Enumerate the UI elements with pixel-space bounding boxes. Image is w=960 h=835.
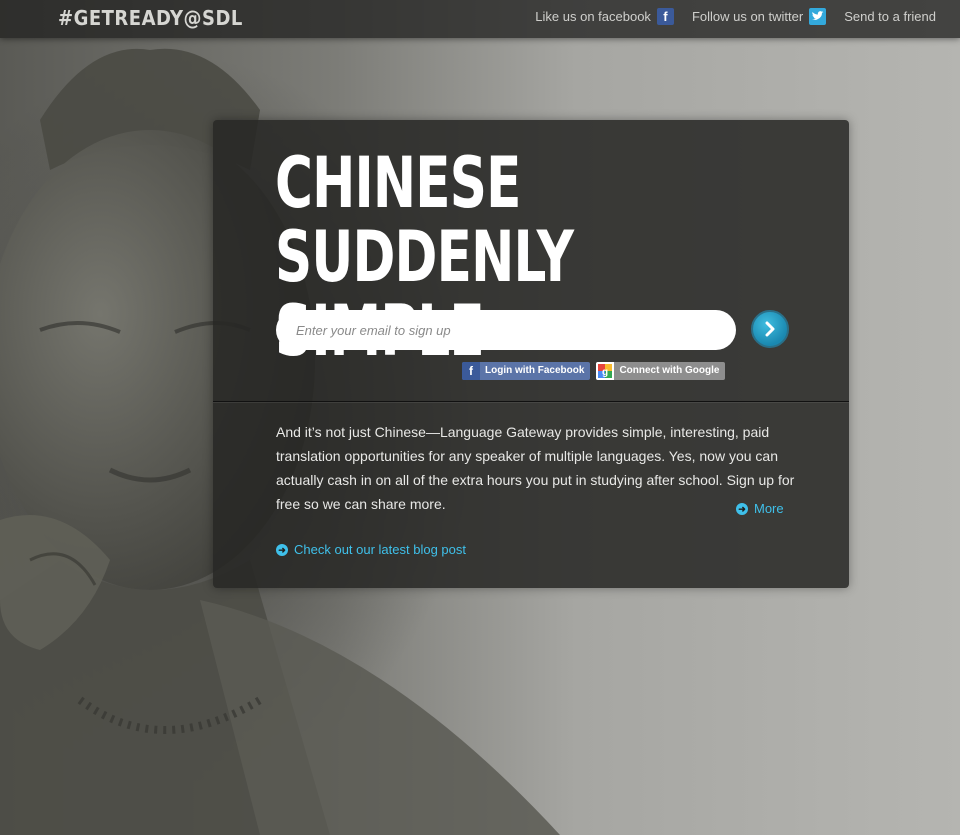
facebook-icon: f: [462, 362, 480, 380]
blog-post-label: Check out our latest blog post: [294, 542, 466, 557]
submit-button[interactable]: [751, 310, 789, 348]
send-to-friend-link[interactable]: Send to a friend: [844, 9, 936, 24]
social-login-row: f Login with Facebook g Connect with Goo…: [462, 362, 726, 380]
signup-panel: CHINESE SUDDENLY SIMPLE f Login with Fac…: [213, 120, 849, 588]
google-icon: g: [596, 362, 615, 380]
social-nav: Like us on facebook f Follow us on twitt…: [535, 8, 936, 25]
like-facebook-link[interactable]: Like us on facebook f: [535, 8, 674, 25]
send-to-friend-label: Send to a friend: [844, 9, 936, 24]
login-facebook-label: Login with Facebook: [485, 365, 585, 376]
arrow-circle-icon: ➜: [736, 502, 748, 515]
description-text: And it’s not just Chinese—Language Gatew…: [276, 424, 795, 512]
svg-text:g: g: [602, 367, 608, 378]
blog-post-link[interactable]: ➜ Check out our latest blog post: [276, 542, 466, 557]
follow-twitter-label: Follow us on twitter: [691, 9, 804, 24]
top-bar: #GETREADY@SDL Like us on facebook f Foll…: [0, 0, 960, 38]
login-facebook-button[interactable]: f Login with Facebook: [462, 362, 591, 380]
more-label: More: [754, 501, 784, 516]
panel-divider: [213, 401, 849, 402]
site-logo[interactable]: #GETREADY@SDL: [58, 6, 243, 30]
connect-google-label: Connect with Google: [619, 365, 720, 376]
email-input[interactable]: [276, 310, 736, 350]
connect-google-button[interactable]: g Connect with Google: [596, 362, 726, 380]
arrow-circle-icon: ➜: [276, 543, 288, 556]
twitter-icon: [809, 8, 827, 25]
more-link[interactable]: ➜ More: [736, 501, 784, 516]
arrow-right-icon: [765, 321, 775, 337]
headline-line-1: CHINESE: [275, 142, 521, 224]
follow-twitter-link[interactable]: Follow us on twitter: [691, 8, 827, 25]
facebook-icon: f: [656, 8, 674, 25]
like-facebook-label: Like us on facebook: [535, 9, 651, 24]
